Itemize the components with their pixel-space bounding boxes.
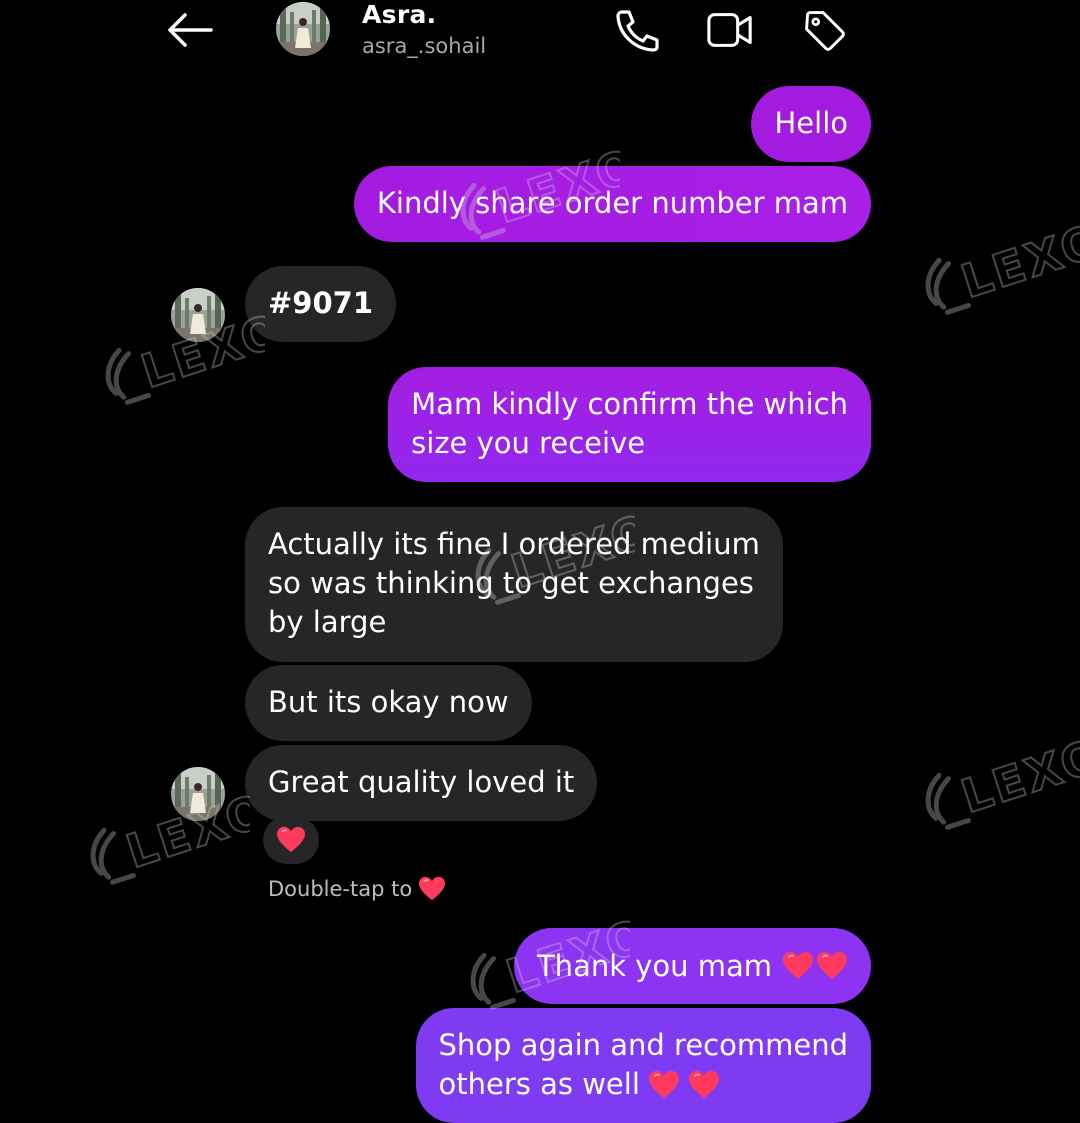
avatar[interactable]	[171, 288, 225, 342]
phone-icon[interactable]	[612, 8, 660, 52]
message-text-line: by large	[268, 605, 387, 639]
watermark-logo: LEXO	[915, 225, 1080, 315]
message-bubble-outgoing[interactable]: Shop again and recommend others as well	[415, 1008, 871, 1123]
message-text: #9071	[268, 286, 374, 320]
heart-icon	[688, 1070, 720, 1100]
message-text-line: Actually its fine I ordered medium	[268, 527, 760, 561]
message-text-line: others as well	[439, 1065, 848, 1104]
message-text: Kindly share order number mam	[376, 186, 848, 220]
heart-icon	[648, 1070, 680, 1100]
watermark-logo: LEXO	[80, 795, 250, 885]
message-text: Hello	[774, 106, 848, 140]
message-bubble-outgoing[interactable]: Mam kindly confirm the which size you re…	[388, 367, 871, 482]
message-text-line: Mam kindly confirm the which	[411, 387, 848, 421]
message-text: Thank you mam	[536, 948, 772, 983]
tag-icon[interactable]	[800, 8, 848, 52]
contact-name[interactable]: Asra.	[362, 0, 436, 29]
watermark-text: LEXO	[955, 740, 1080, 824]
message-text-line: Shop again and recommend	[438, 1028, 848, 1062]
message-bubble-incoming[interactable]: But its okay now	[245, 665, 532, 741]
message-text: But its okay now	[268, 685, 509, 719]
hearts-emoji	[782, 951, 848, 981]
message-bubble-outgoing[interactable]: Kindly share order number mam	[353, 166, 871, 242]
message-text-line: size you receive	[411, 426, 646, 460]
message-text-line: so was thinking to get exchanges	[268, 566, 754, 600]
message-bubble-incoming[interactable]: #9071	[245, 266, 397, 342]
video-camera-icon[interactable]	[706, 8, 754, 52]
message-text: Great quality loved it	[268, 765, 575, 799]
contact-username[interactable]: asra_.sohail	[362, 34, 486, 58]
message-bubble-incoming[interactable]: Actually its fine I ordered medium so wa…	[245, 507, 783, 662]
message-text: others as well	[438, 1067, 640, 1101]
hint-text: Double-tap to	[268, 877, 413, 901]
avatar[interactable]	[276, 2, 330, 56]
back-arrow-icon[interactable]	[165, 10, 215, 50]
message-bubble-outgoing[interactable]: Hello	[751, 86, 871, 162]
heart-icon	[816, 951, 848, 981]
reaction-badge[interactable]	[263, 816, 319, 864]
heart-icon	[782, 951, 814, 981]
message-bubble-outgoing[interactable]: Thank you mam	[513, 928, 871, 1004]
watermark-logo: LEXO	[915, 740, 1080, 830]
watermark-text: LEXO	[955, 225, 1080, 309]
heart-icon	[418, 876, 446, 902]
chat-header: Asra. asra_.sohail	[0, 0, 1080, 80]
message-bubble-incoming[interactable]: Great quality loved it	[245, 745, 598, 821]
avatar[interactable]	[171, 767, 225, 821]
heart-icon	[276, 826, 306, 854]
double-tap-hint: Double-tap to	[268, 876, 446, 902]
